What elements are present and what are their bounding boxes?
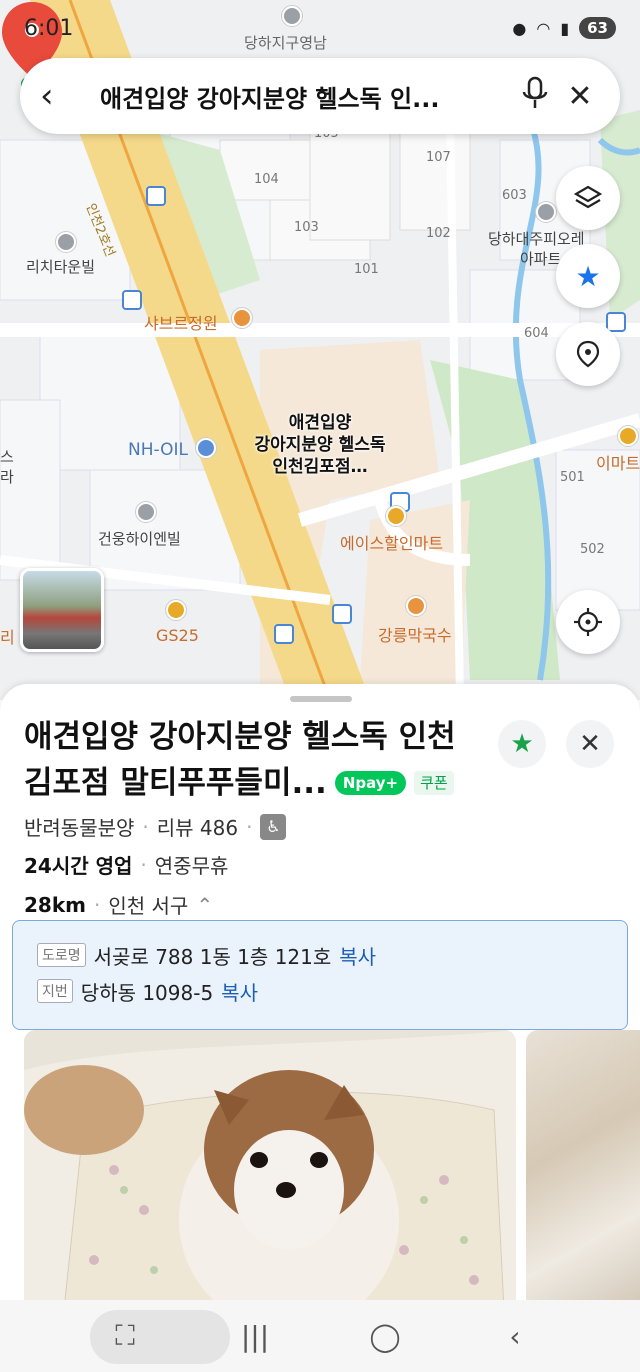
map-label: 샤브르정원 xyxy=(144,314,218,333)
map-label: 리 xyxy=(0,628,15,647)
review-count[interactable]: 리뷰 486 xyxy=(157,812,238,841)
map-label: GS25 xyxy=(156,626,199,645)
bus-stop-icon[interactable] xyxy=(274,624,294,644)
system-nav-bar: ⛶ ||| ◯ ‹ xyxy=(0,1300,640,1372)
map-label: 당하대주피오레 xyxy=(488,230,585,248)
recent-apps-icon[interactable]: ||| xyxy=(225,1320,285,1353)
road-address-tag: 도로명 xyxy=(37,943,86,967)
clear-icon[interactable]: ✕ xyxy=(560,79,600,114)
map-label: 104 xyxy=(254,172,279,187)
puppy-photo xyxy=(24,1030,516,1304)
bus-stop-icon[interactable] xyxy=(122,290,142,310)
place-marker-button[interactable] xyxy=(556,322,620,386)
save-star-button[interactable]: ★ xyxy=(498,720,546,768)
place-title-line1: 애견입양 강아지분양 헬스독 인천 xyxy=(24,719,456,755)
copy-road-address-button[interactable]: 복사 xyxy=(339,941,376,970)
hours-row[interactable]: 24시간 영업 · 연중무휴 xyxy=(24,850,228,879)
pin-label[interactable]: 애견입양 강아지분양 헬스독 인천김포점… xyxy=(240,412,400,478)
wheelchair-icon: ♿ xyxy=(260,813,287,840)
map-label: 501 xyxy=(560,470,585,485)
back-nav-icon[interactable]: ‹ xyxy=(485,1320,545,1353)
lot-address-tag: 지번 xyxy=(37,979,73,1003)
convenience-store-icon[interactable] xyxy=(166,600,186,620)
map-label: 이마트 xyxy=(596,454,640,473)
home-icon[interactable]: ◯ xyxy=(355,1320,415,1353)
coupon-badge[interactable]: 쿠폰 xyxy=(414,771,454,795)
gas-station-icon[interactable] xyxy=(196,438,216,458)
copy-lot-address-button[interactable]: 복사 xyxy=(221,977,258,1006)
status-bar: 6:01 ● ◠ ▮ 63 xyxy=(24,14,616,42)
marker-outline-icon xyxy=(576,340,600,368)
layers-button[interactable] xyxy=(556,166,620,230)
map-label: NH-OIL xyxy=(128,440,188,460)
map-label: 604 xyxy=(524,326,549,341)
pin-label-line: 애견입양 xyxy=(288,413,352,433)
map-label: 603 xyxy=(502,188,527,203)
region: 인천 서구 xyxy=(108,894,189,918)
bus-stop-icon[interactable] xyxy=(146,186,166,206)
distance-row[interactable]: 28km · 인천 서구 ⌃ xyxy=(24,890,213,919)
map-label: 502 xyxy=(580,542,605,557)
map-label: 아파트 xyxy=(520,250,562,268)
signal-icon: ▮ xyxy=(560,18,570,38)
layers-icon xyxy=(573,185,603,209)
my-location-button[interactable] xyxy=(556,590,620,654)
map-label: 에이스할인마트 xyxy=(340,534,444,553)
search-query[interactable]: 애견입양 강아지분양 헬스독 인... xyxy=(80,79,510,114)
back-icon[interactable]: ‹ xyxy=(40,76,80,116)
holiday-info: 연중무휴 xyxy=(154,854,229,878)
npay-badge: Npay+ xyxy=(334,771,407,795)
place-title-line2: 김포점 말티푸푸들미... xyxy=(24,765,327,801)
street-view-thumbnail[interactable] xyxy=(20,568,104,652)
map-label: 리치타운빌 xyxy=(26,258,96,276)
place-photo[interactable] xyxy=(24,1030,516,1304)
coupon-label: 쿠폰 xyxy=(420,774,448,792)
road-address: 서곶로 788 1동 1층 121호 xyxy=(93,944,332,969)
map-label: 강릉막국수 xyxy=(378,626,452,645)
sheet-drag-handle[interactable] xyxy=(290,696,352,702)
business-hours: 24시간 영업 xyxy=(24,854,133,878)
star-icon: ★ xyxy=(510,729,534,759)
search-bar[interactable]: ‹ 애견입양 강아지분양 헬스독 인... ✕ xyxy=(20,58,620,134)
chevron-up-icon: ⌃ xyxy=(196,892,214,917)
favorites-button[interactable]: ★ xyxy=(556,244,620,308)
map-label: 건웅하이엔빌 xyxy=(98,530,181,548)
building-icon xyxy=(136,502,156,522)
map-label: 102 xyxy=(426,226,451,241)
restaurant-icon[interactable] xyxy=(232,308,252,328)
place-meta-row: 반려동물분양 · 리뷰 486 · ♿ xyxy=(24,812,287,841)
status-time: 6:01 xyxy=(24,15,74,41)
microphone-icon[interactable] xyxy=(510,76,560,117)
map-label: 라 xyxy=(0,468,14,486)
battery-icon: 63 xyxy=(579,17,616,39)
place-category: 반려동물분양 xyxy=(24,816,135,840)
place-detail-sheet[interactable]: 애견입양 강아지분양 헬스독 인천 김포점 말티푸푸들미... Npay+ 쿠폰… xyxy=(0,684,640,1304)
bus-stop-icon[interactable] xyxy=(332,604,352,624)
mart-icon[interactable] xyxy=(618,426,638,446)
map-label: 103 xyxy=(294,220,319,235)
star-icon: ★ xyxy=(575,259,601,293)
place-photo[interactable] xyxy=(526,1030,640,1304)
pin-label-line: 인천김포점… xyxy=(272,457,368,477)
map-label: 107 xyxy=(426,150,451,165)
lot-address: 당하동 1098-5 xyxy=(80,980,214,1005)
close-button[interactable]: ✕ xyxy=(566,720,614,768)
map-label: 101 xyxy=(354,262,379,277)
location-status-icon: ● xyxy=(512,18,527,38)
restaurant-icon[interactable] xyxy=(406,596,426,616)
address-box: 도로명 서곶로 788 1동 1층 121호 복사 지번 당하동 1098-5 … xyxy=(12,920,628,1030)
wifi-icon: ◠ xyxy=(536,18,551,38)
distance: 28km xyxy=(24,892,86,917)
pin-label-line: 강아지분양 헬스독 xyxy=(254,435,386,455)
place-title: 애견입양 강아지분양 헬스독 인천 김포점 말티푸푸들미... Npay+ 쿠폰 xyxy=(24,714,484,806)
crosshair-icon xyxy=(574,608,602,636)
building-icon xyxy=(56,232,76,252)
mart-icon[interactable] xyxy=(386,506,406,526)
screenshot-icon[interactable]: ⛶ xyxy=(95,1319,155,1353)
close-icon: ✕ xyxy=(579,729,601,759)
map-label: 스 xyxy=(0,448,14,466)
building-icon xyxy=(536,202,556,222)
